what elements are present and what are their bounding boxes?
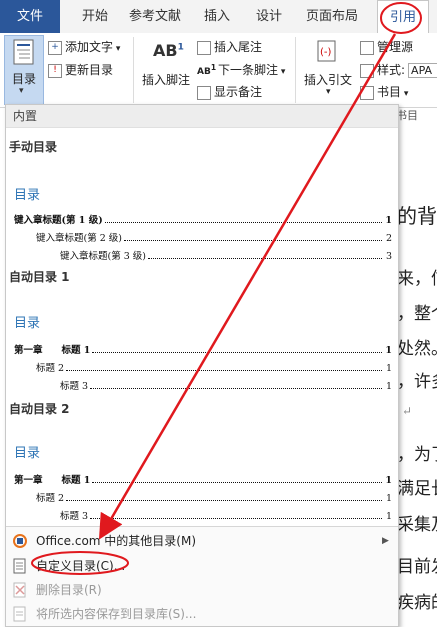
show-notes-label: 显示备注	[214, 85, 263, 99]
next-footnote-icon: AB1	[197, 63, 217, 77]
insert-footnote-button[interactable]: AB1 插入脚注	[140, 35, 194, 101]
footnote-icon: AB1	[153, 41, 184, 60]
tab-insert[interactable]: 插入	[195, 0, 239, 33]
chevron-down-icon: ▾	[278, 67, 286, 77]
update-toc-button[interactable]: ! 更新目录	[48, 61, 113, 78]
ribbon-separator	[133, 37, 134, 103]
chevron-down-icon: ▾	[19, 86, 24, 96]
remove-toc-item[interactable]: 删除目录(R)	[6, 578, 398, 602]
doc-text: ，许多	[397, 372, 437, 392]
toc-gallery-manual[interactable]: 手动目录 目录 键入章标题(第 1 级) 1 键入章标题(第 2 级) 2 键入章标…	[6, 128, 398, 262]
remove-toc-label: 删除目录(R)	[36, 583, 102, 597]
insert-endnote-button[interactable]: 插入尾注	[197, 38, 262, 55]
save-to-gallery-item[interactable]: 将所选内容保存到目录库(S)...	[6, 602, 398, 626]
doc-text: 满足长	[397, 479, 437, 499]
toc-line: 第一章 标题 11	[14, 475, 392, 486]
more-toc-office-item[interactable]: Office.com 中的其他目录(M) ▶	[6, 529, 398, 553]
menu-section-header: 内置	[6, 105, 398, 128]
manage-sources-label: 管理源	[377, 40, 414, 54]
ribbon-references: 目录 ▾ + 添加文字 ▾ ! 更新目录 AB1 插入脚注 插入尾注 AB1 下一条脚…	[0, 33, 437, 122]
toc-line: 标题 21	[36, 363, 392, 374]
style-label: 样式:	[377, 63, 406, 77]
endnote-icon	[197, 40, 211, 55]
ribbon-group-label: 书目	[396, 109, 418, 122]
toc-button[interactable]: 目录 ▾	[4, 35, 44, 105]
gallery-title: 自动目录 2	[9, 402, 70, 416]
ribbon-separator	[295, 37, 296, 103]
manage-sources-icon	[360, 40, 374, 55]
toc-gallery-auto-2[interactable]: 自动目录 2 目录 第一章 标题 11 标题 21 标题 31	[6, 394, 398, 524]
insert-endnote-label: 插入尾注	[214, 40, 263, 54]
chevron-down-icon: ▾	[326, 87, 331, 97]
more-toc-office-label: Office.com 中的其他目录(M)	[36, 534, 197, 548]
toc-gallery-auto-1[interactable]: 自动目录 1 目录 第一章 标题 11 标题 21 标题 31	[6, 262, 398, 394]
tab-file[interactable]: 文件	[0, 0, 60, 33]
insert-footnote-label: 插入脚注	[142, 73, 191, 87]
update-toc-label: 更新目录	[65, 63, 114, 77]
tab-references-doc[interactable]: 参考文献	[122, 0, 188, 33]
refresh-icon: !	[48, 63, 62, 78]
show-notes-icon	[197, 85, 211, 100]
chevron-down-icon: ▾	[401, 89, 409, 99]
toc-dropdown-menu: 内置 手动目录 目录 键入章标题(第 1 级) 1 键入章标题(第 2 级) 2 键…	[5, 104, 399, 627]
style-icon	[360, 63, 374, 78]
bibliography-button[interactable]: 书目 ▾	[360, 83, 408, 100]
next-footnote-label: 下一条脚注	[218, 63, 279, 77]
doc-text: 目前发	[397, 557, 437, 577]
insert-citation-button[interactable]: (-) 插入引文 ▾	[300, 35, 356, 101]
tab-design[interactable]: 设计	[247, 0, 291, 33]
chevron-down-icon: ▾	[113, 44, 121, 54]
doc-text: 来，信	[397, 269, 437, 289]
tab-references[interactable]: 引用	[377, 0, 429, 34]
remove-toc-icon	[13, 582, 26, 598]
toc-heading: 目录	[14, 446, 41, 461]
doc-text: 疾病的	[397, 593, 437, 613]
doc-text: 的背	[397, 204, 437, 228]
ribbon-tab-bar: 文件 开始 参考文献 插入 设计 页面布局 引用	[0, 0, 437, 34]
insert-citation-label: 插入引文	[304, 73, 353, 87]
tab-home[interactable]: 开始	[70, 0, 120, 33]
bibliography-label: 书目	[377, 85, 402, 99]
toc-heading: 目录	[14, 188, 41, 203]
gallery-title: 手动目录	[9, 140, 58, 154]
doc-text: 处然。	[397, 339, 437, 359]
style-select-value[interactable]: APA	[408, 63, 437, 78]
toc-button-label: 目录	[12, 72, 37, 86]
toc-line: 键入章标题(第 1 级) 1	[14, 215, 392, 226]
toc-line: 键入章标题(第 2 级) 2	[36, 233, 392, 244]
next-footnote-button[interactable]: AB1 下一条脚注 ▾	[197, 61, 285, 78]
show-notes-button[interactable]: 显示备注	[197, 83, 262, 100]
paragraph-mark: ↵	[402, 404, 413, 418]
add-text-label: 添加文字	[65, 40, 114, 54]
toc-line: 第一章 标题 11	[14, 345, 392, 356]
custom-toc-icon	[13, 558, 26, 574]
chevron-right-icon: ▶	[382, 536, 389, 546]
citation-icon: (-)	[317, 40, 336, 62]
add-text-icon: +	[48, 40, 62, 55]
save-gallery-icon	[13, 606, 26, 622]
custom-toc-label: 自定义目录(C)...	[36, 559, 126, 573]
doc-text: ，整个	[397, 304, 437, 324]
menu-commands: Office.com 中的其他目录(M) ▶ 自定义目录(C)... 删除目录(…	[6, 526, 398, 626]
style-selector[interactable]: 样式: APA	[360, 61, 437, 78]
add-text-button[interactable]: + 添加文字 ▾	[48, 38, 120, 55]
toc-line: 标题 21	[36, 493, 392, 504]
gallery-title: 自动目录 1	[9, 270, 70, 284]
toc-line: 标题 31	[60, 511, 392, 522]
svg-text:(-): (-)	[320, 47, 332, 58]
doc-text: ，为了	[397, 445, 437, 465]
toc-icon	[13, 39, 34, 65]
manage-sources-button[interactable]: 管理源	[360, 38, 413, 55]
tab-layout[interactable]: 页面布局	[302, 0, 362, 33]
office-icon	[13, 534, 27, 548]
toc-line: 标题 31	[60, 381, 392, 392]
toc-heading: 目录	[14, 316, 41, 331]
toc-line: 键入章标题(第 3 级) 3	[60, 251, 392, 262]
bibliography-icon	[360, 85, 374, 100]
save-to-gallery-label: 将所选内容保存到目录库(S)...	[36, 607, 197, 621]
custom-toc-item[interactable]: 自定义目录(C)...	[6, 554, 398, 578]
doc-text: 采集及	[397, 515, 437, 535]
